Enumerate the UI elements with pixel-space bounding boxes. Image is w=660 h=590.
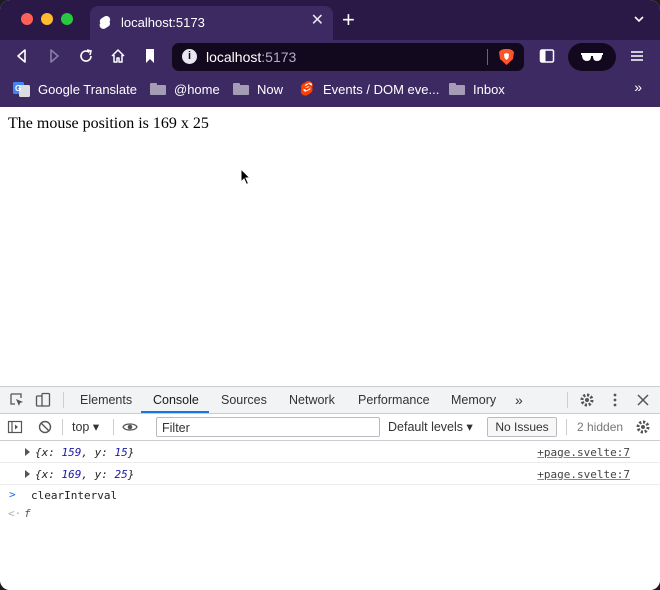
sidebar-icon[interactable]	[538, 47, 556, 65]
tab-elements[interactable]: Elements	[80, 387, 132, 414]
bookmark-google-translate[interactable]: G Google Translate	[13, 81, 137, 97]
divider	[63, 392, 64, 408]
folder-icon	[233, 83, 249, 95]
glasses-icon	[581, 53, 603, 61]
bookmark-icon[interactable]	[141, 47, 159, 65]
brave-shields-icon[interactable]	[498, 48, 515, 66]
filter-input[interactable]: Filter	[156, 417, 380, 437]
log-object: {x: 159, y: 15}	[35, 446, 135, 459]
settings-gear-icon[interactable]	[579, 392, 595, 408]
return-value[interactable]: f	[24, 507, 31, 520]
tab-performance[interactable]: Performance	[358, 387, 430, 414]
svelte-favicon-icon	[99, 16, 111, 29]
devtools-panel: Elements Console Sources Network Perform…	[0, 386, 660, 590]
console-toolbar: top ▾ Filter Default levels ▾ No Issues …	[0, 414, 660, 441]
close-window-button[interactable]	[21, 13, 33, 25]
private-window-button[interactable]	[568, 43, 616, 71]
address-bar[interactable]: i localhost:5173	[172, 43, 524, 71]
tab-console[interactable]: Console	[153, 387, 199, 414]
log-row[interactable]: {x: 169, y: 25} +page.svelte:7	[0, 463, 660, 485]
tab-title: localhost:5173	[121, 15, 205, 30]
expand-arrow-icon[interactable]	[25, 470, 30, 478]
url-separator	[487, 49, 488, 65]
active-tab-indicator	[141, 411, 209, 413]
svelte-icon	[300, 81, 313, 96]
folder-icon	[150, 83, 166, 95]
device-toolbar-icon[interactable]	[35, 392, 51, 408]
context-select[interactable]: top ▾	[72, 419, 99, 434]
tab-sources[interactable]: Sources	[221, 387, 267, 414]
navigation-toolbar: i localhost:5173	[0, 40, 660, 73]
result-row: <· f	[0, 504, 660, 523]
console-settings-gear-icon[interactable]	[635, 419, 651, 435]
mouse-cursor-icon	[240, 168, 252, 186]
inspect-element-icon[interactable]	[9, 392, 25, 408]
divider	[566, 419, 567, 435]
more-options-icon[interactable]	[607, 392, 623, 408]
log-levels-select[interactable]: Default levels ▾	[388, 419, 473, 434]
bookmark-folder-now[interactable]: Now	[233, 81, 283, 97]
url-text: localhost:5173	[206, 49, 297, 65]
site-info-icon[interactable]: i	[182, 49, 197, 64]
issues-button[interactable]: No Issues	[487, 417, 557, 437]
divider	[62, 419, 63, 435]
divider	[113, 419, 114, 435]
browser-window: localhost:5173 ✕ + i localhost:5173 G Go…	[0, 0, 660, 590]
google-translate-icon: G	[13, 82, 30, 97]
tab-network[interactable]: Network	[289, 387, 335, 414]
source-link[interactable]: +page.svelte:7	[537, 446, 630, 459]
new-tab-button[interactable]: +	[342, 9, 355, 31]
command-text: clearInterval	[31, 489, 118, 502]
clear-console-icon[interactable]	[37, 419, 53, 435]
tab-strip: localhost:5173 ✕ +	[0, 0, 660, 40]
prompt-icon: >	[9, 488, 16, 501]
forward-icon[interactable]	[45, 47, 63, 65]
divider	[567, 392, 568, 408]
folder-icon	[449, 83, 465, 95]
bookmark-events-dom[interactable]: Events / DOM eve...	[300, 81, 439, 97]
reload-icon[interactable]	[77, 47, 95, 65]
expand-arrow-icon[interactable]	[25, 448, 30, 456]
return-arrow-icon: <·	[8, 507, 22, 520]
log-row[interactable]: {x: 159, y: 15} +page.svelte:7	[0, 441, 660, 463]
close-devtools-icon[interactable]	[635, 392, 651, 408]
back-icon[interactable]	[13, 47, 31, 65]
maximize-window-button[interactable]	[61, 13, 73, 25]
more-tabs-icon[interactable]: »	[515, 387, 523, 414]
close-tab-icon[interactable]: ✕	[311, 13, 324, 29]
bookmarks-bar: G Google Translate @home Now Events / DO…	[0, 73, 660, 107]
hidden-count: 2 hidden	[577, 420, 624, 434]
bookmark-folder-home[interactable]: @home	[150, 81, 220, 97]
menu-icon[interactable]	[628, 47, 646, 65]
source-link[interactable]: +page.svelte:7	[537, 468, 630, 481]
page-viewport: The mouse position is 169 x 25	[0, 107, 660, 386]
tab-memory[interactable]: Memory	[451, 387, 496, 414]
show-sidebar-icon[interactable]	[7, 419, 23, 435]
console-output: {x: 159, y: 15} +page.svelte:7 {x: 169, …	[0, 441, 660, 523]
minimize-window-button[interactable]	[41, 13, 53, 25]
bookmark-folder-inbox[interactable]: Inbox	[449, 81, 505, 97]
log-object: {x: 169, y: 25}	[35, 468, 135, 481]
bookmarks-overflow-icon[interactable]: »	[634, 79, 642, 95]
tab-localhost[interactable]: localhost:5173 ✕	[90, 6, 333, 40]
live-expression-eye-icon[interactable]	[122, 419, 138, 435]
command-row: > clearInterval	[0, 485, 660, 504]
devtools-tab-bar: Elements Console Sources Network Perform…	[0, 387, 660, 414]
home-icon[interactable]	[109, 47, 127, 65]
svg-text:G: G	[15, 84, 21, 93]
chevron-down-icon[interactable]	[634, 14, 644, 24]
mouse-position-text: The mouse position is 169 x 25	[8, 115, 209, 132]
